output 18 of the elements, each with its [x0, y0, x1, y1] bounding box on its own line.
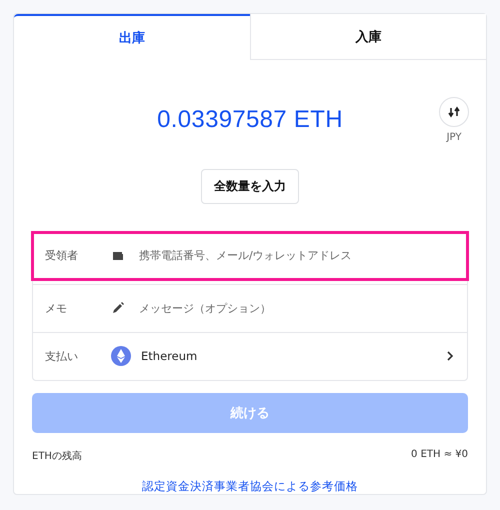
- swap-arrows-icon: [448, 106, 460, 118]
- payment-value[interactable]: Ethereum: [141, 349, 445, 363]
- tab[interactable]: 入庫: [250, 14, 486, 60]
- field-label: 支払い: [45, 348, 79, 364]
- swap-button[interactable]: [439, 97, 469, 128]
- currency-label: JPY: [446, 132, 462, 144]
- max-amount-button[interactable]: 全数量を入力: [201, 168, 299, 204]
- pencil-icon: [111, 301, 125, 315]
- field-label: メモ: [45, 300, 68, 316]
- reference-price-link[interactable]: 認定資金決済事業者協会による参考価格: [142, 479, 358, 494]
- ethereum-icon: [111, 346, 131, 366]
- input-field[interactable]: メッセージ（オプション）: [139, 302, 455, 314]
- chevron-icon[interactable]: [445, 350, 455, 362]
- amount-text: 0.03397587 ETH: [157, 106, 343, 134]
- field-label: 受領者: [45, 248, 79, 263]
- balance-label: ETHの残高: [32, 450, 82, 464]
- input-field[interactable]: 携帯電話番号、メール/ウォレットアドレス: [139, 249, 455, 262]
- balance-value: 0 ETH ≈ ¥0: [411, 449, 468, 462]
